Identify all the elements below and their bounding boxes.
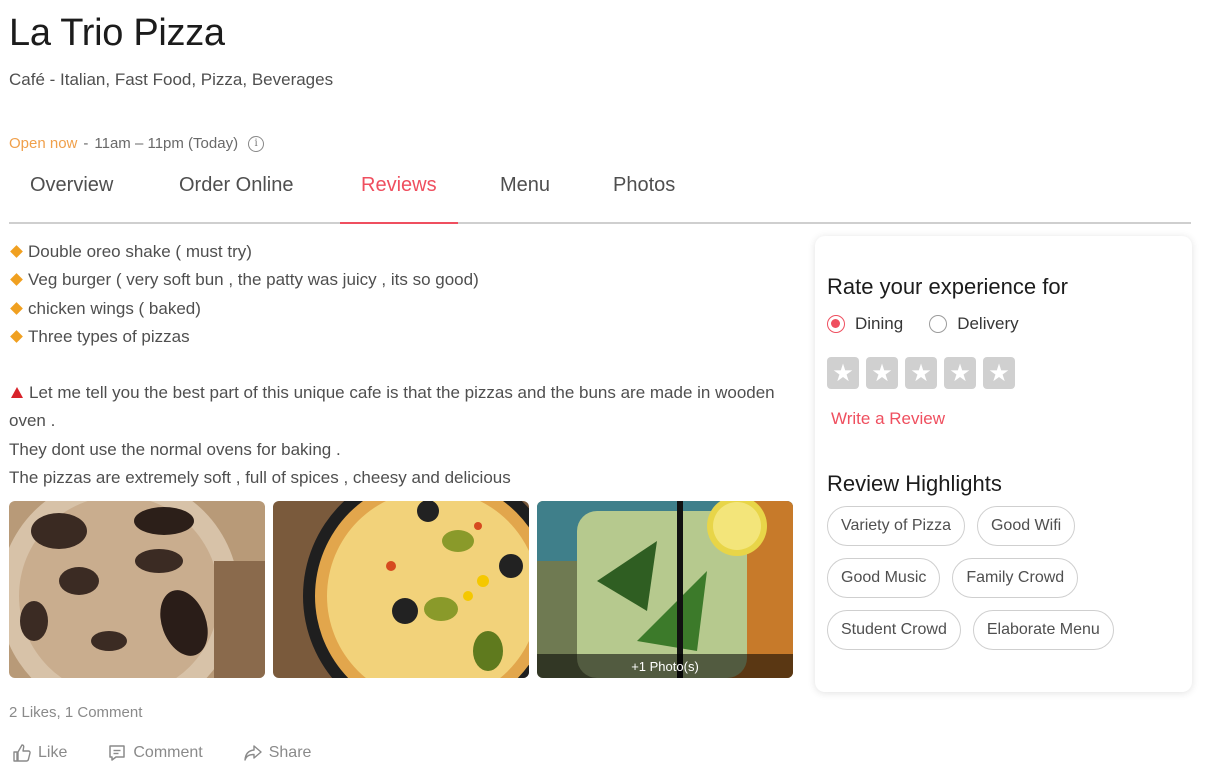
radio-checked-icon[interactable] [827, 315, 845, 333]
highlight-chip[interactable]: Elaborate Menu [972, 610, 1114, 650]
share-label: Share [268, 744, 312, 761]
tab-order-online[interactable]: Order Online [179, 174, 294, 197]
radio-delivery[interactable]: Delivery [929, 314, 1019, 334]
diamond-bullet-icon [10, 273, 23, 287]
review-photo-pizza[interactable] [273, 501, 529, 678]
opening-hours: Open now - 11am – 11pm (Today) i [9, 135, 265, 152]
radio-unchecked-icon[interactable] [929, 315, 948, 333]
comment-icon [109, 745, 126, 761]
diamond-bullet-icon [10, 301, 23, 315]
star-icon[interactable]: ★ [866, 357, 898, 389]
review-paragraph: They dont use the normal ovens for bakin… [9, 439, 341, 459]
hours-separator: - [83, 135, 89, 152]
hours-text: 11am – 11pm (Today) [94, 135, 239, 152]
highlight-chip[interactable]: Good Wifi [976, 506, 1076, 546]
review-list-item: Veg burger ( very soft bun , the patty w… [9, 266, 799, 294]
open-status: Open now [9, 135, 78, 152]
cuisine-list: Café - Italian, Fast Food, Pizza, Bevera… [9, 70, 334, 89]
review-body: Double oreo shake ( must try) Veg burger… [9, 238, 799, 492]
star-icon[interactable]: ★ [983, 357, 1015, 389]
review-list-item: Double oreo shake ( must try) [9, 238, 799, 266]
review-list-item: Three types of pizzas [9, 323, 799, 351]
review-photo-mojito[interactable]: +1 Photo(s) [537, 501, 793, 678]
review-highlights-title: Review Highlights [827, 471, 1002, 496]
experience-type-options: Dining Delivery [827, 314, 1019, 334]
review-paragraph: The pizzas are extremely soft , full of … [9, 468, 511, 488]
review-highlights: Variety of Pizza Good Wifi Good Music Fa… [827, 506, 1177, 650]
highlight-chip[interactable]: Family Crowd [952, 558, 1079, 598]
diamond-bullet-icon [10, 330, 23, 343]
review-photos: +1 Photo(s) [9, 501, 793, 678]
like-button[interactable]: Like [12, 743, 67, 763]
star-icon[interactable]: ★ [944, 357, 976, 389]
radio-delivery-label: Delivery [957, 314, 1019, 333]
rate-experience-title: Rate your experience for [827, 274, 1068, 299]
info-icon[interactable]: i [248, 135, 265, 152]
red-triangle-icon [11, 387, 23, 399]
tab-bar: Overview Order Online Reviews Menu Photo… [9, 160, 1191, 224]
tab-overview[interactable]: Overview [30, 174, 113, 197]
review-actions: Like Comment Share [12, 743, 311, 763]
highlight-chip[interactable]: Student Crowd [827, 610, 961, 650]
more-photos-overlay[interactable]: +1 Photo(s) [537, 654, 793, 678]
radio-dining[interactable]: Dining [827, 314, 903, 334]
restaurant-name: La Trio Pizza [9, 12, 225, 54]
highlight-chip[interactable]: Good Music [827, 558, 941, 598]
star-icon[interactable]: ★ [905, 357, 937, 389]
thumbs-up-icon [13, 744, 31, 762]
write-review-link[interactable]: Write a Review [831, 409, 945, 429]
star-rating-input: ★ ★ ★ ★ ★ [827, 357, 1015, 389]
highlight-chip[interactable]: Variety of Pizza [827, 506, 965, 546]
share-button[interactable]: Share [243, 743, 312, 763]
tab-reviews[interactable]: Reviews [361, 174, 437, 197]
tab-menu[interactable]: Menu [500, 174, 550, 197]
star-icon[interactable]: ★ [827, 357, 859, 389]
engagement-summary[interactable]: 2 Likes, 1 Comment [9, 704, 142, 721]
tab-photos[interactable]: Photos [613, 174, 675, 197]
review-paragraph: Let me tell you the best part of this un… [9, 383, 775, 431]
review-list-item: chicken wings ( baked) [9, 295, 799, 323]
rating-card: Rate your experience for Dining Delivery… [815, 236, 1192, 692]
comment-label: Comment [133, 744, 203, 761]
review-photo-oreo-shake[interactable] [9, 501, 265, 678]
radio-dining-label: Dining [855, 314, 904, 333]
diamond-bullet-icon [10, 245, 23, 258]
comment-button[interactable]: Comment [107, 743, 203, 763]
active-tab-indicator [340, 222, 458, 224]
like-label: Like [38, 744, 68, 761]
share-icon [244, 745, 262, 761]
